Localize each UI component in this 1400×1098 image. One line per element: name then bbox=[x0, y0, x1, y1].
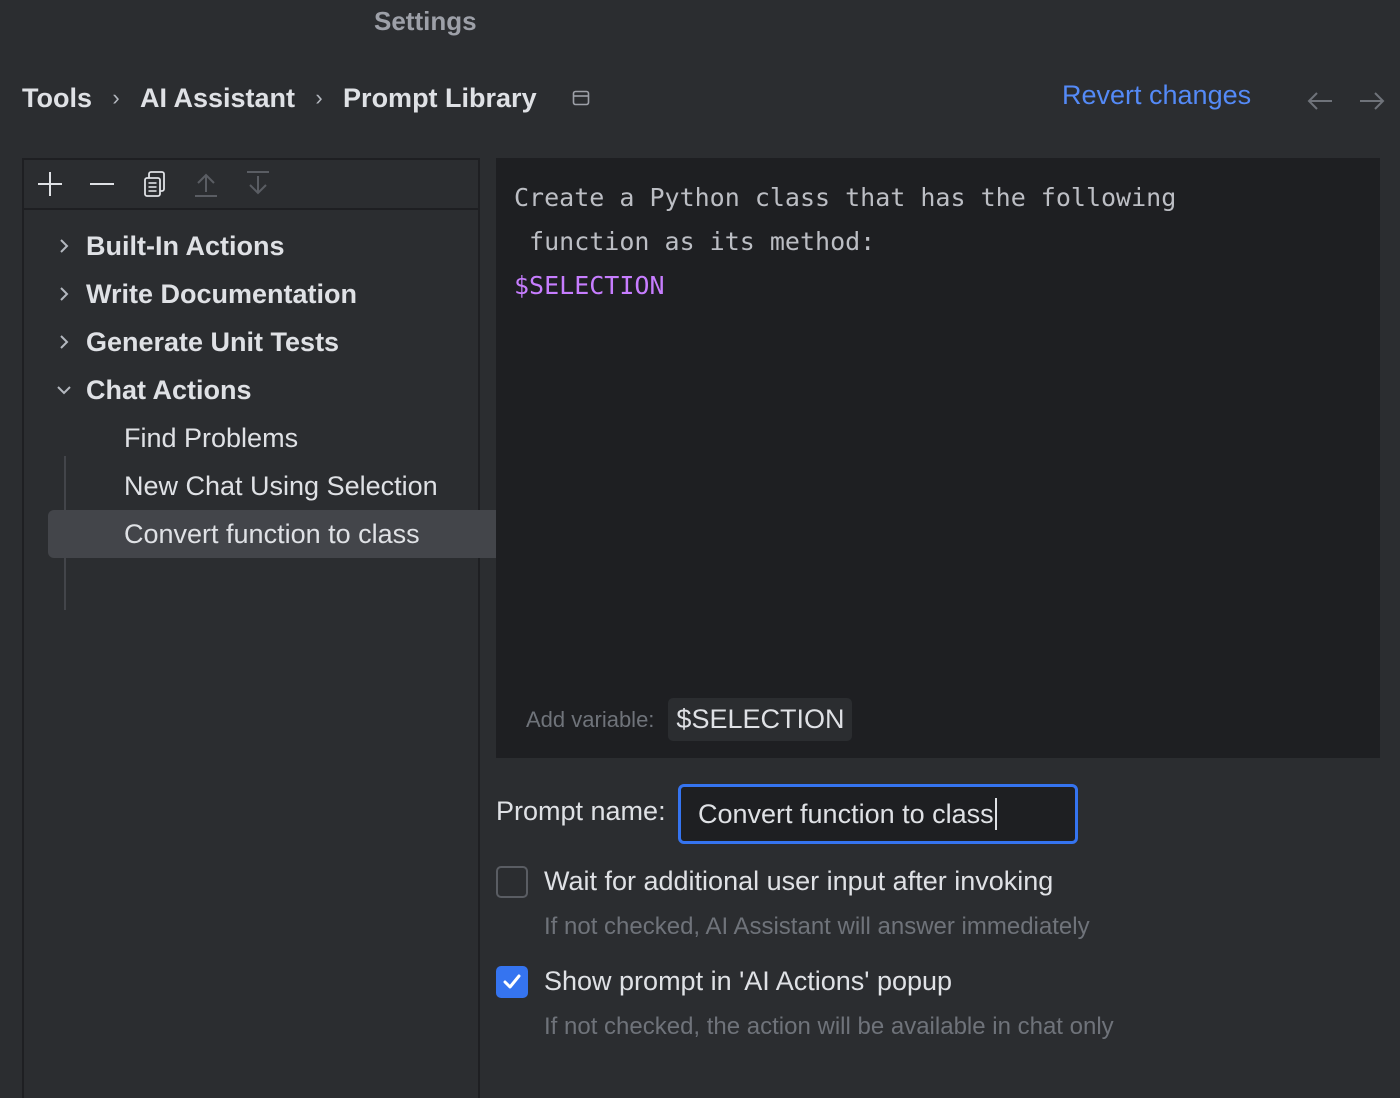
tree-item-label: New Chat Using Selection bbox=[124, 470, 438, 501]
breadcrumb-item-ai-assistant[interactable]: AI Assistant bbox=[140, 83, 295, 114]
chevron-down-icon[interactable] bbox=[52, 378, 76, 402]
tree-item-convert-function-to-class[interactable]: Convert function to class bbox=[48, 510, 526, 558]
tree-item-new-chat-using-selection[interactable]: New Chat Using Selection bbox=[24, 462, 478, 510]
chevron-right-icon[interactable] bbox=[52, 282, 76, 306]
prompt-text-editor[interactable]: Create a Python class that has the follo… bbox=[496, 158, 1380, 758]
remove-icon[interactable] bbox=[86, 168, 118, 200]
tree-group-label: Built-In Actions bbox=[86, 230, 285, 261]
prompt-variable-token: $SELECTION bbox=[514, 271, 665, 300]
chevron-right-icon[interactable] bbox=[52, 234, 76, 258]
tree-group-write-documentation[interactable]: Write Documentation bbox=[24, 270, 478, 318]
move-down-icon[interactable] bbox=[242, 168, 274, 200]
prompt-text: Create a Python class that has the follo… bbox=[514, 176, 1176, 308]
tree-group-label: Generate Unit Tests bbox=[86, 326, 340, 357]
revert-changes-link[interactable]: Revert changes bbox=[1062, 80, 1251, 111]
text-caret bbox=[994, 798, 997, 830]
prompt-name-value: Convert function to class bbox=[698, 798, 994, 829]
tree-item-label: Find Problems bbox=[124, 422, 299, 453]
prompt-tree: Built-In Actions Write Documentation Gen… bbox=[24, 210, 526, 610]
arrow-right-icon[interactable] bbox=[1357, 86, 1387, 116]
copy-icon[interactable] bbox=[138, 168, 170, 200]
prompt-text-line: function as its method: bbox=[514, 227, 876, 256]
prompt-name-input[interactable]: Convert function to class bbox=[678, 784, 1078, 844]
prompt-text-line: Create a Python class that has the follo… bbox=[514, 183, 1177, 212]
add-variable-bar: Add variable: $SELECTION bbox=[526, 698, 853, 741]
breadcrumb-separator: › bbox=[112, 85, 120, 110]
show-in-popup-label[interactable]: Show prompt in 'AI Actions' popup bbox=[544, 966, 952, 997]
wait-for-input-label[interactable]: Wait for additional user input after inv… bbox=[544, 866, 1053, 897]
project-scope-icon bbox=[571, 88, 591, 108]
tree-group-generate-unit-tests[interactable]: Generate Unit Tests bbox=[24, 318, 478, 366]
arrow-left-icon[interactable] bbox=[1305, 86, 1335, 116]
window-title: Settings bbox=[374, 6, 477, 36]
chevron-right-icon[interactable] bbox=[52, 330, 76, 354]
tree-group-built-in-actions[interactable]: Built-In Actions bbox=[24, 222, 478, 270]
add-variable-label: Add variable: bbox=[526, 706, 655, 732]
breadcrumb-separator: › bbox=[315, 85, 323, 110]
wait-for-input-hint: If not checked, AI Assistant will answer… bbox=[544, 913, 1090, 940]
prompt-name-label: Prompt name: bbox=[496, 796, 666, 826]
checkmark-icon bbox=[503, 974, 521, 989]
variable-chip-selection[interactable]: $SELECTION bbox=[668, 698, 853, 741]
wait-for-input-checkbox[interactable] bbox=[496, 866, 528, 898]
breadcrumb-item-tools[interactable]: Tools bbox=[22, 83, 92, 114]
tree-item-find-problems[interactable]: Find Problems bbox=[24, 414, 478, 462]
move-up-icon[interactable] bbox=[190, 168, 222, 200]
show-in-popup-checkbox[interactable] bbox=[496, 966, 528, 998]
prompt-tree-panel: Built-In Actions Write Documentation Gen… bbox=[22, 158, 526, 1098]
tree-toolbar bbox=[24, 160, 478, 210]
add-icon[interactable] bbox=[34, 168, 66, 200]
tree-item-label: Convert function to class bbox=[124, 518, 420, 549]
tree-group-label: Write Documentation bbox=[86, 278, 358, 309]
tree-group-label: Chat Actions bbox=[86, 374, 252, 405]
breadcrumb-item-prompt-library: Prompt Library bbox=[343, 82, 537, 113]
tree-group-chat-actions[interactable]: Chat Actions bbox=[24, 366, 478, 414]
breadcrumb: Tools › AI Assistant › Prompt Library bbox=[22, 78, 591, 118]
show-in-popup-hint: If not checked, the action will be avail… bbox=[544, 1013, 1114, 1040]
